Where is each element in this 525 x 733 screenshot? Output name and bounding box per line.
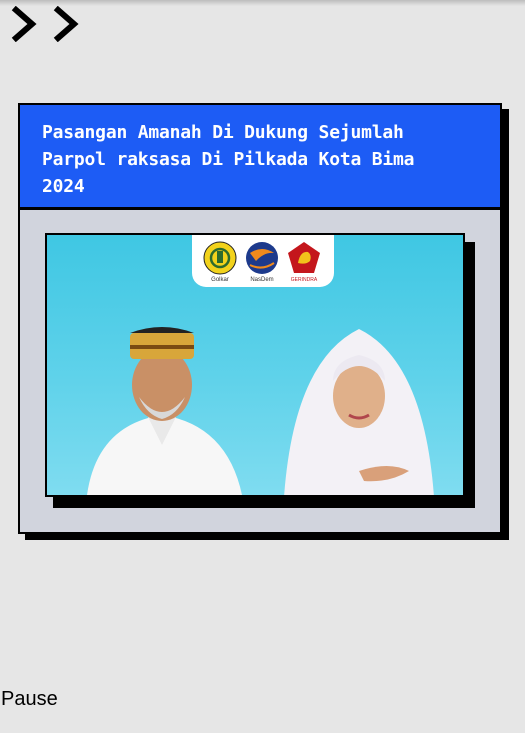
golkar-logo-icon: Golkar [202,241,238,283]
gerindra-caption: GERINDRA [290,277,318,283]
page: Pasangan Amanah Di Dukung Sejumlah Parpo… [0,0,525,733]
party-logos: Golkar NasDem GERINDRA [192,235,334,287]
chevron-right-icon [53,6,79,42]
card-header: Pasangan Amanah Di Dukung Sejumlah Parpo… [20,105,500,210]
double-chevron-right-icon[interactable] [10,6,84,42]
news-card[interactable]: Pasangan Amanah Di Dukung Sejumlah Parpo… [18,103,502,534]
nasdem-logo-icon: NasDem [244,241,280,283]
female-candidate-image [284,329,434,495]
news-photo[interactable]: Golkar NasDem GERINDRA [45,233,465,497]
card-title[interactable]: Pasangan Amanah Di Dukung Sejumlah Parpo… [42,119,478,200]
golkar-caption: Golkar [211,277,229,283]
chevron-right-icon [11,6,37,42]
nasdem-caption: NasDem [250,277,274,283]
pause-button[interactable]: Pause [1,688,58,711]
male-candidate-image [87,327,242,495]
gerindra-logo-icon: GERINDRA [286,241,322,283]
